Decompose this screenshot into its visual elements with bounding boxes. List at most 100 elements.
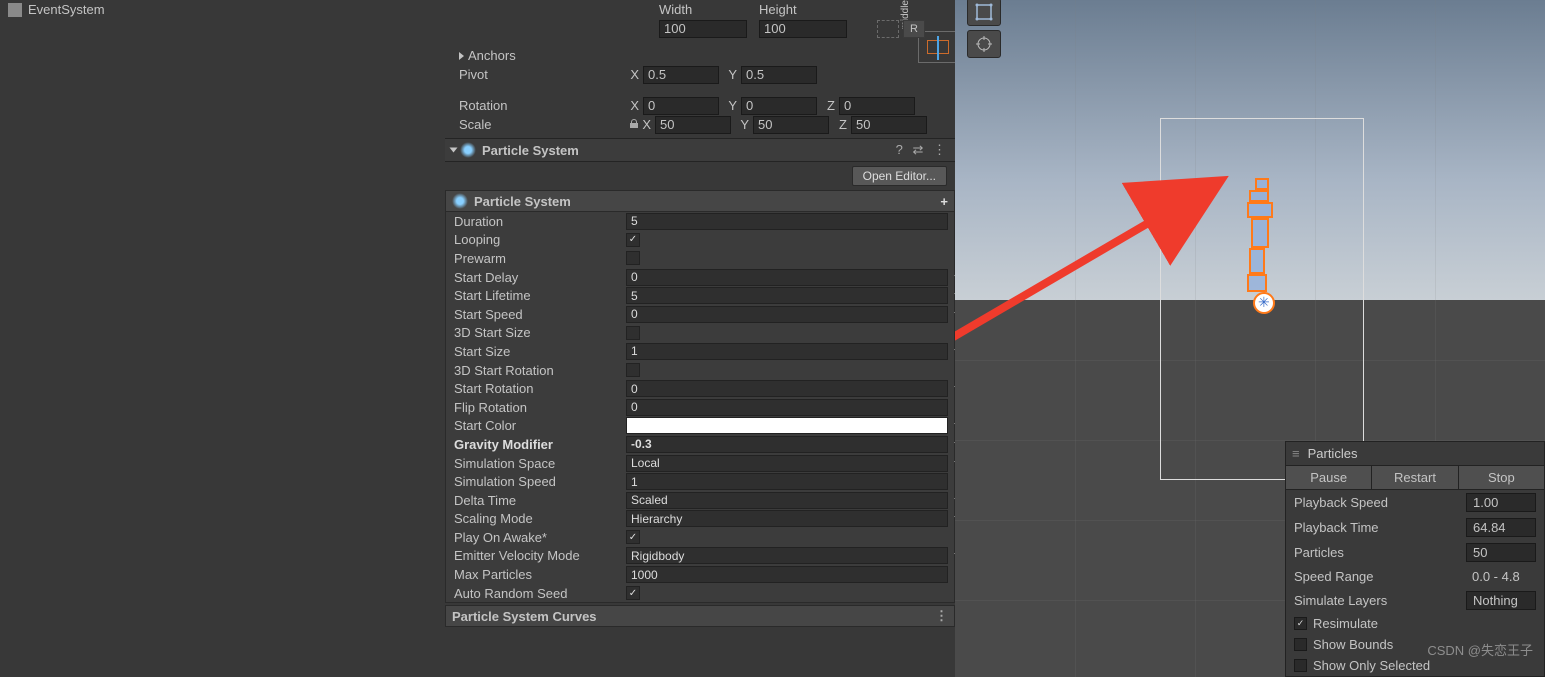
anchors-foldout[interactable]: Anchors [445,46,955,65]
particlesystem-icon [452,193,468,209]
menu-icon[interactable]: ⋮ [935,608,948,624]
startdelay-field[interactable] [626,269,948,286]
startrot-label: Start Rotation [454,381,626,396]
rot3d-checkbox[interactable] [626,363,640,377]
speed-range-value: 0.0 - 4.8 [1466,568,1536,585]
help-icon[interactable]: ? [896,142,903,157]
simspace-dropdown[interactable]: Local [626,455,948,472]
looping-label: Looping [454,232,626,247]
particle-emitter-visual [1247,178,1277,306]
playback-time-label: Playback Time [1294,520,1466,535]
startcolor-swatch[interactable] [626,417,948,434]
component-header-particlesystem[interactable]: Particle System ? ⇄ ⋮ [445,138,955,162]
rot-z[interactable] [839,97,915,115]
deltatime-label: Delta Time [454,493,626,508]
gravity-field[interactable] [626,436,948,453]
height-field[interactable] [759,20,847,38]
duration-field[interactable] [626,213,948,230]
stop-button[interactable]: Stop [1459,466,1544,489]
resimulate-checkbox[interactable]: ✓ [1294,617,1307,630]
emitter-gizmo[interactable] [1253,292,1275,314]
scale-y[interactable] [753,116,829,134]
ps-curves-header[interactable]: Particle System Curves ⋮ [445,605,955,627]
menu-icon[interactable]: ⋮ [933,142,946,157]
foldout-arrow-icon [450,148,458,153]
resimulate-label: Resimulate [1313,616,1378,631]
speed-range-label: Speed Range [1294,569,1466,584]
ps-module-main: Duration Looping✓ Prewarm Start Delay St… [445,212,955,603]
startrot-field[interactable] [626,380,948,397]
simspeed-label: Simulation Speed [454,474,626,489]
module-header-main[interactable]: Particle System + [445,190,955,212]
restart-button[interactable]: Restart [1372,466,1458,489]
playback-speed-label: Playback Speed [1294,495,1466,510]
open-editor-button[interactable]: Open Editor... [852,166,947,186]
preset-icon[interactable]: ⇄ [912,142,923,157]
particles-count-value: 50 [1466,543,1536,562]
deltatime-dropdown[interactable]: Scaled [626,492,948,509]
startsize-label: Start Size [454,344,626,359]
hierarchy-label: EventSystem [28,2,105,17]
gravity-label: Gravity Modifier [454,437,626,452]
duration-label: Duration [454,214,626,229]
fliprot-field[interactable] [626,399,948,416]
transform-tool-button[interactable] [967,30,1001,58]
startspeed-field[interactable] [626,306,948,323]
hierarchy-item-eventsystem[interactable]: EventSystem [0,0,445,19]
scale-x[interactable] [655,116,731,134]
foldout-arrow-icon [459,52,464,60]
maxpart-field[interactable] [626,566,948,583]
simulate-layers-dropdown[interactable]: Nothing [1466,591,1536,610]
simspeed-field[interactable] [626,473,948,490]
scale-label: Scale [459,117,629,132]
show-bounds-checkbox[interactable] [1294,638,1307,651]
lock-icon[interactable] [629,117,639,132]
rotation-label: Rotation [459,98,629,113]
startspeed-label: Start Speed [454,307,626,322]
rot-x[interactable] [643,97,719,115]
particles-count-label: Particles [1294,545,1466,560]
blueprint-mode-icon[interactable] [877,20,899,38]
startcolor-label: Start Color [454,418,626,433]
scale-z[interactable] [851,116,927,134]
startlife-field[interactable] [626,287,948,304]
show-only-selected-label: Show Only Selected [1313,658,1430,673]
width-label: Width [659,2,759,17]
watermark: CSDN @失恋王子 [1427,640,1533,659]
drag-handle-icon[interactable]: ≡ [1292,446,1300,461]
maxpart-label: Max Particles [454,567,626,582]
height-label: Height [759,2,859,17]
width-field[interactable] [659,20,747,38]
scalemode-dropdown[interactable]: Hierarchy [626,510,948,527]
prewarm-label: Prewarm [454,251,626,266]
emitvel-label: Emitter Velocity Mode [454,548,626,563]
prewarm-checkbox[interactable] [626,251,640,265]
scene-tool-panel [967,0,1001,58]
gameobject-icon [8,3,22,17]
scalemode-label: Scaling Mode [454,511,626,526]
emitvel-dropdown[interactable]: Rigidbody [626,547,948,564]
size3d-label: 3D Start Size [454,325,626,340]
rot-y[interactable] [741,97,817,115]
pivot-y[interactable] [741,66,817,84]
autoseed-checkbox[interactable]: ✓ [626,586,640,600]
rect-tool-button[interactable] [967,0,1001,26]
pause-button[interactable]: Pause [1286,466,1372,489]
startdelay-label: Start Delay [454,270,626,285]
scene-view[interactable]: ≡ Particles Pause Restart Stop Playback S… [955,0,1545,677]
playawake-checkbox[interactable]: ✓ [626,530,640,544]
raw-edit-button[interactable]: R [903,20,925,38]
show-only-selected-checkbox[interactable] [1294,659,1307,672]
simspace-label: Simulation Space [454,456,626,471]
startsize-field[interactable] [626,343,948,360]
playback-speed-field[interactable]: 1.00 [1466,493,1536,512]
playback-time-field[interactable]: 64.84 [1466,518,1536,537]
looping-checkbox[interactable]: ✓ [626,233,640,247]
pivot-x[interactable] [643,66,719,84]
simulate-layers-label: Simulate Layers [1294,593,1466,608]
rot3d-label: 3D Start Rotation [454,363,626,378]
size3d-checkbox[interactable] [626,326,640,340]
particles-title: Particles [1308,446,1358,461]
pivot-label: Pivot [459,67,629,82]
add-module-icon[interactable]: + [940,194,948,209]
